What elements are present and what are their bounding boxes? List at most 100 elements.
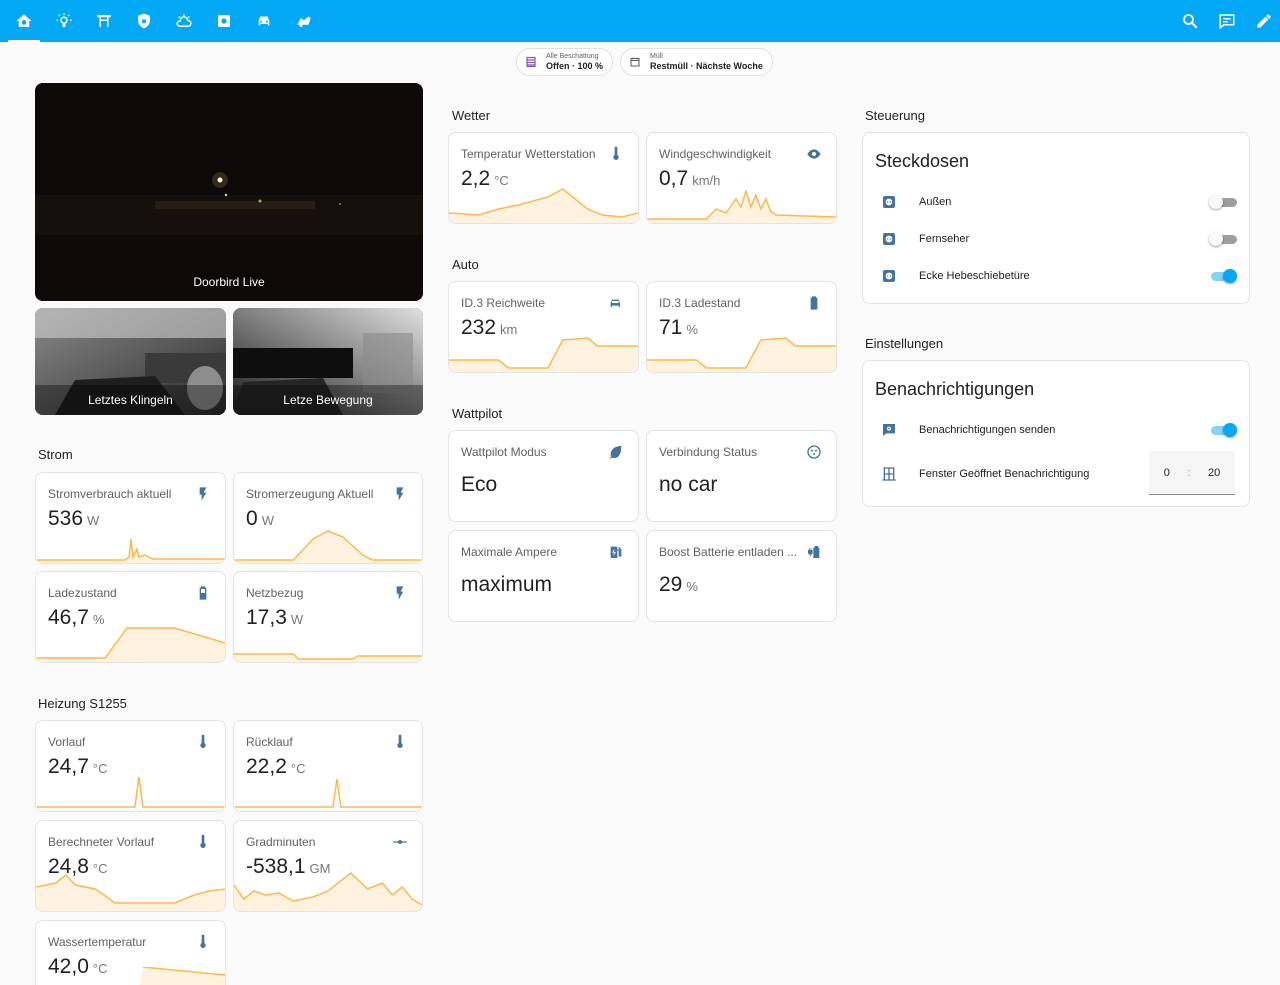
camera-doorbird-live[interactable]: Doorbird Live bbox=[35, 83, 423, 301]
entity-label: Benachrichtigungen senden bbox=[919, 424, 1056, 436]
chip-trash-state: Restmüll · Nächste Woche bbox=[650, 60, 763, 71]
sparkline bbox=[36, 627, 225, 662]
card-wassertemperatur[interactable]: Wassertemperatur 42,0 °C bbox=[35, 920, 226, 985]
card-title: Vorlauf bbox=[48, 735, 86, 749]
card-ladezustand[interactable]: Ladezustand 46,7% bbox=[35, 571, 226, 663]
card-title: Boost Batterie entladen ... bbox=[659, 545, 798, 559]
ev-plug-icon bbox=[806, 444, 822, 460]
tab-home[interactable] bbox=[4, 0, 44, 42]
leaf-icon bbox=[608, 444, 624, 460]
entity-row-benachrichtigungen-senden[interactable]: Benachrichtigungen senden bbox=[875, 415, 1237, 445]
power-socket-icon bbox=[875, 231, 905, 247]
chip-trash[interactable]: Müll Restmüll · Nächste Woche bbox=[620, 48, 773, 76]
switch-aussen[interactable] bbox=[1209, 195, 1237, 209]
edit-button[interactable] bbox=[1246, 0, 1280, 42]
card-netzbezug[interactable]: Netzbezug 17,3 W bbox=[233, 571, 423, 663]
tab-mower[interactable] bbox=[284, 0, 324, 42]
camera-last-ring[interactable]: Letztes Klingeln bbox=[35, 308, 226, 415]
camera-motion-label: Letze Bewegung bbox=[233, 385, 423, 415]
sparkline bbox=[36, 538, 225, 563]
card-title: Berechneter Vorlauf bbox=[48, 835, 155, 849]
card-ruecklauf[interactable]: Rücklauf 22,2 °C bbox=[233, 720, 423, 812]
search-button[interactable] bbox=[1172, 0, 1208, 42]
chip-blinds-state: Offen · 100 % bbox=[546, 60, 604, 71]
value: 29 bbox=[659, 573, 683, 596]
switch-ecke-hebeschiebetuere[interactable] bbox=[1209, 269, 1237, 283]
card-temperatur-wetterstation[interactable]: Temperatur Wetterstation 2,2 °C bbox=[448, 132, 639, 224]
camera-last-motion[interactable]: Letze Bewegung bbox=[233, 308, 423, 415]
battery-icon bbox=[806, 295, 822, 311]
sparkline bbox=[36, 776, 225, 808]
entity-row-fenster-benachrichtigung: Fenster Geöffnet Benachrichtigung bbox=[875, 459, 1139, 489]
entity-label: Fenster Geöffnet Benachrichtigung bbox=[919, 468, 1090, 480]
time-separator: : bbox=[1187, 466, 1191, 479]
card-gradminuten[interactable]: Gradminuten -538,1 GM bbox=[233, 820, 423, 912]
sparkline bbox=[449, 337, 638, 372]
tab-security[interactable] bbox=[124, 0, 164, 42]
hours-field[interactable]: 0 bbox=[1164, 467, 1170, 479]
card-berechneter-vorlauf[interactable]: Berechneter Vorlauf 24,8 °C bbox=[35, 820, 226, 912]
ev-station-icon bbox=[608, 544, 624, 560]
search-icon bbox=[1183, 14, 1198, 29]
sparkline bbox=[36, 873, 225, 911]
tab-weather[interactable] bbox=[164, 0, 204, 42]
minutes-field[interactable]: 20 bbox=[1208, 467, 1220, 479]
card-id3-reichweite[interactable]: ID.3 Reichweite 232 km bbox=[448, 281, 639, 373]
sparkline bbox=[449, 188, 638, 223]
card-title: Wattpilot Modus bbox=[461, 445, 547, 459]
tab-gate[interactable] bbox=[84, 0, 124, 42]
section-strom: Strom bbox=[38, 447, 73, 462]
card-wattpilot-modus[interactable]: Wattpilot Modus Eco bbox=[448, 430, 639, 522]
card-windgeschwindigkeit[interactable]: Windgeschwindigkeit 0,7 km/h bbox=[646, 132, 837, 224]
assist-button[interactable] bbox=[1209, 0, 1245, 42]
chart-line-icon bbox=[392, 834, 408, 850]
duration-input[interactable]: 0 : 20 bbox=[1149, 451, 1235, 495]
card-title: Stromverbrauch aktuell bbox=[48, 487, 172, 501]
window-icon bbox=[875, 466, 905, 482]
card-title: Benachrichtigungen bbox=[875, 379, 1035, 399]
card-benachrichtigungen: Benachrichtigungen Benachrichtigungen se… bbox=[862, 360, 1250, 507]
camera-ring-label: Letztes Klingeln bbox=[35, 385, 226, 415]
value: Eco bbox=[461, 473, 498, 496]
card-verbindung-status[interactable]: Verbindung Status no car bbox=[646, 430, 837, 522]
sparkline bbox=[234, 872, 422, 911]
top-app-bar bbox=[0, 0, 1280, 42]
card-steckdosen: Steckdosen Außen Fernseher Ecke Hebeschi… bbox=[862, 132, 1250, 304]
message-cog-icon bbox=[875, 422, 905, 438]
sparkline bbox=[234, 778, 422, 808]
weather-icon bbox=[176, 14, 192, 27]
assist-icon bbox=[1219, 14, 1235, 30]
flash-icon bbox=[392, 585, 408, 601]
card-title: Temperatur Wetterstation bbox=[461, 147, 596, 161]
thermometer-icon bbox=[195, 934, 211, 950]
card-title: Windgeschwindigkeit bbox=[659, 147, 772, 161]
power-socket-icon bbox=[875, 268, 905, 284]
switch-benachrichtigungen-senden[interactable] bbox=[1209, 423, 1237, 437]
card-boost-batterie[interactable]: Boost Batterie entladen ... 29% bbox=[646, 530, 837, 622]
entity-row-fernseher[interactable]: Fernseher bbox=[875, 224, 1237, 254]
chip-blinds-title: Alle Beschattung bbox=[546, 52, 599, 60]
card-title: Gradminuten bbox=[246, 835, 316, 849]
section-wattpilot: Wattpilot bbox=[452, 406, 503, 421]
card-vorlauf[interactable]: Vorlauf 24,7 °C bbox=[35, 720, 226, 812]
tab-lights[interactable] bbox=[44, 0, 84, 42]
tab-appliances[interactable] bbox=[204, 0, 244, 42]
sparkline bbox=[234, 530, 422, 563]
section-einstellungen: Einstellungen bbox=[865, 336, 944, 351]
tab-car[interactable] bbox=[244, 0, 284, 42]
card-stromverbrauch[interactable]: Stromverbrauch aktuell 536 W bbox=[35, 472, 226, 564]
card-stromerzeugung[interactable]: Stromerzeugung Aktuell 0W bbox=[233, 472, 423, 564]
card-id3-ladestand[interactable]: ID.3 Ladestand 71% bbox=[646, 281, 837, 373]
card-maximale-ampere[interactable]: Maximale Ampere maximum bbox=[448, 530, 639, 622]
car-icon bbox=[258, 16, 270, 26]
switch-fernseher[interactable] bbox=[1209, 232, 1237, 246]
entity-row-aussen[interactable]: Außen bbox=[875, 187, 1237, 217]
eye-icon bbox=[806, 146, 822, 162]
thermometer-icon bbox=[608, 146, 624, 162]
sparkline bbox=[234, 653, 422, 662]
camera-live-label: Doorbird Live bbox=[193, 275, 265, 289]
entity-row-ecke-hebeschiebetuere[interactable]: Ecke Hebeschiebetüre bbox=[875, 261, 1237, 291]
chip-blinds[interactable]: Alle Beschattung Offen · 100 % bbox=[516, 48, 614, 76]
shield-icon bbox=[138, 13, 150, 29]
robot-mower-icon bbox=[297, 16, 311, 27]
